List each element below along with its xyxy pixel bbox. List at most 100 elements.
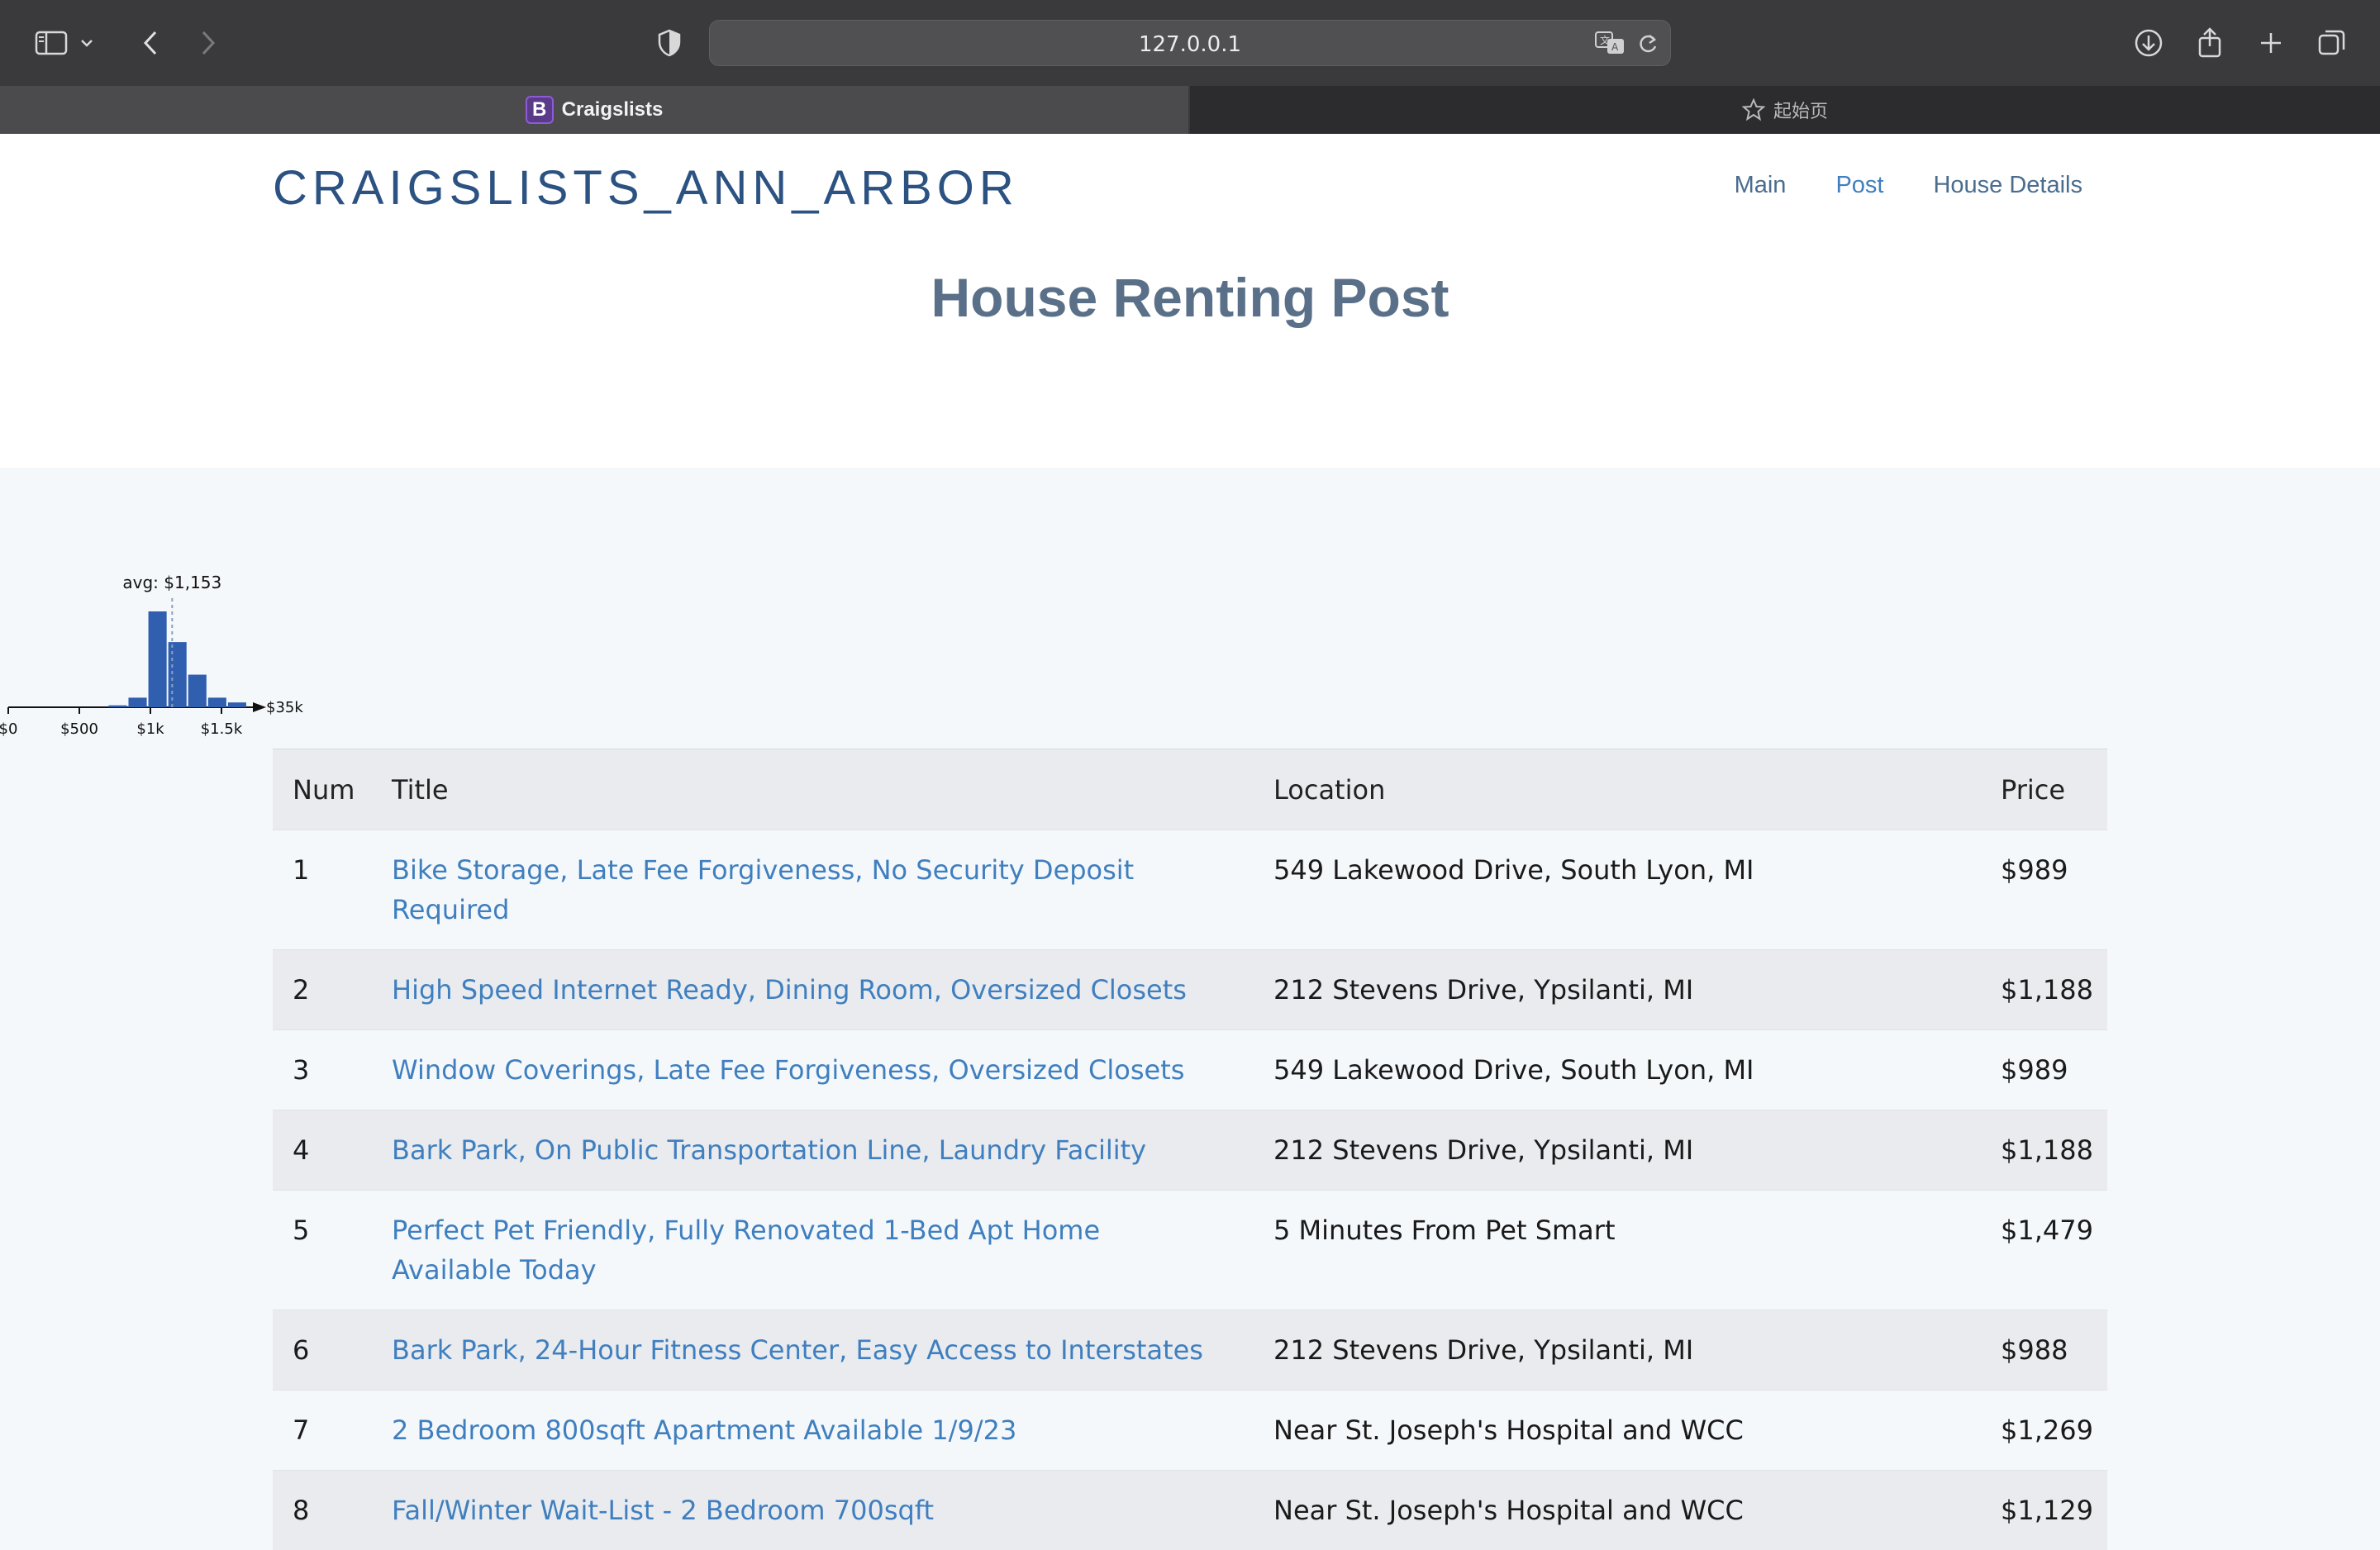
listing-link[interactable]: Window Coverings, Late Fee Forgiveness, … — [392, 1054, 1184, 1086]
row-location-cell: Near St. Joseph's Hospital and WCC — [1254, 1471, 1981, 1550]
row-price: $1,188 — [2001, 1134, 2093, 1166]
histogram-bar — [108, 706, 126, 707]
row-num: 5 — [293, 1215, 309, 1246]
main-nav: Main Post House Details — [1735, 172, 2082, 199]
row-price: $1,129 — [2001, 1495, 2093, 1526]
svg-text:A: A — [1611, 41, 1619, 53]
svg-text:文: 文 — [1600, 34, 1610, 46]
browser-chrome: 127.0.0.1 文A B Craigslists 起始页 — [0, 0, 2380, 134]
row-price-cell: $989 — [1981, 1030, 2107, 1110]
nav-post[interactable]: Post — [1835, 172, 1883, 199]
x-tick-label: $500 — [60, 720, 98, 738]
row-title-cell: Bark Park, On Public Transportation Line… — [372, 1110, 1254, 1191]
new-tab-icon[interactable] — [2249, 21, 2292, 64]
back-icon[interactable] — [129, 21, 172, 64]
row-location-cell: 212 Stevens Drive, Ypsilanti, MI — [1254, 1310, 1981, 1391]
table-row: 1 Bike Storage, Late Fee Forgiveness, No … — [273, 830, 2107, 950]
row-num-cell: 5 — [273, 1191, 372, 1310]
privacy-shield-icon[interactable] — [648, 21, 691, 64]
browser-toolbar: 127.0.0.1 文A — [0, 0, 2380, 86]
row-location: Near St. Joseph's Hospital and WCC — [1273, 1414, 1744, 1446]
nav-main[interactable]: Main — [1735, 172, 1787, 199]
row-title-cell: 2 Bedroom 800sqft Apartment Available 1/… — [372, 1391, 1254, 1471]
tab-bar: B Craigslists 起始页 — [0, 86, 2380, 134]
row-price-cell: $1,479 — [1981, 1191, 2107, 1310]
row-price-cell: $1,269 — [1981, 1391, 2107, 1471]
forward-icon[interactable] — [187, 21, 230, 64]
tab-craigslists[interactable]: B Craigslists — [0, 86, 1188, 134]
row-title-cell: High Speed Internet Ready, Dining Room, … — [372, 950, 1254, 1030]
row-title-cell: Bark Park, 24-Hour Fitness Center, Easy … — [372, 1310, 1254, 1391]
avg-label: avg: $1,153 — [122, 573, 221, 592]
nav-house-details[interactable]: House Details — [1933, 172, 2082, 199]
histogram-bar — [188, 675, 207, 707]
page-title: House Renting Post — [0, 266, 2380, 329]
histogram-bar — [128, 697, 146, 707]
row-location: 212 Stevens Drive, Ypsilanti, MI — [1273, 1134, 1693, 1166]
row-price-cell: $1,188 — [1981, 1110, 2107, 1191]
row-location: 549 Lakewood Drive, South Lyon, MI — [1273, 1054, 1754, 1086]
site-brand[interactable]: CRAIGSLISTS_ANN_ARBOR — [273, 160, 1019, 216]
row-location: 549 Lakewood Drive, South Lyon, MI — [1273, 854, 1754, 886]
table-row: 8Fall/Winter Wait-List - 2 Bedroom 700sq… — [273, 1471, 2107, 1550]
row-price-cell: $1,129 — [1981, 1471, 2107, 1550]
row-num-cell: 1 — [273, 830, 372, 950]
listing-link[interactable]: Bark Park, 24-Hour Fitness Center, Easy … — [392, 1334, 1203, 1366]
row-num: 4 — [293, 1134, 309, 1166]
row-location-cell: 212 Stevens Drive, Ypsilanti, MI — [1254, 950, 1981, 1030]
histogram-bar — [208, 697, 226, 707]
histogram-bar — [228, 702, 246, 707]
row-num-cell: 6 — [273, 1310, 372, 1391]
url-text: 127.0.0.1 — [710, 32, 1670, 57]
sidebar-toggle-icon[interactable] — [30, 21, 73, 64]
listings-table: Num Title Location Price 1 Bike Storage, … — [273, 749, 2107, 1550]
listing-link[interactable]: 2 Bedroom 800sqft Apartment Available 1/… — [392, 1414, 1016, 1446]
row-price-cell: $1,188 — [1981, 950, 2107, 1030]
star-icon — [1742, 98, 1765, 121]
row-price-cell: $988 — [1981, 1310, 2107, 1391]
row-price: $989 — [2001, 1054, 2068, 1086]
x-tick-label: $1.5k — [201, 720, 243, 738]
row-price: $1,269 — [2001, 1414, 2093, 1446]
row-location-cell: 549 Lakewood Drive, South Lyon, MI — [1254, 830, 1981, 950]
row-location-cell: 5 Minutes From Pet Smart — [1254, 1191, 1981, 1310]
chevron-down-icon[interactable] — [74, 21, 99, 64]
row-title-cell: Perfect Pet Friendly, Fully Renovated 1-… — [372, 1191, 1254, 1310]
axis-arrow — [253, 702, 266, 712]
download-icon[interactable] — [2127, 21, 2170, 64]
axis-end-label: $35k — [266, 699, 303, 716]
row-num-cell: 4 — [273, 1110, 372, 1191]
row-price: $1,479 — [2001, 1215, 2093, 1246]
row-num: 7 — [293, 1414, 309, 1446]
row-location: 212 Stevens Drive, Ypsilanti, MI — [1273, 1334, 1693, 1366]
row-location: 212 Stevens Drive, Ypsilanti, MI — [1273, 974, 1693, 1006]
reload-icon[interactable] — [1637, 32, 1659, 59]
listing-link[interactable]: Fall/Winter Wait-List - 2 Bedroom 700sqf… — [392, 1495, 934, 1526]
row-title-cell: Window Coverings, Late Fee Forgiveness, … — [372, 1030, 1254, 1110]
translate-icon[interactable]: 文A — [1594, 29, 1627, 60]
listing-link[interactable]: Perfect Pet Friendly, Fully Renovated 1-… — [392, 1215, 1100, 1286]
row-num-cell: 3 — [273, 1030, 372, 1110]
address-bar[interactable]: 127.0.0.1 文A — [709, 20, 1671, 66]
row-location-cell: Near St. Joseph's Hospital and WCC — [1254, 1391, 1981, 1471]
listing-link[interactable]: High Speed Internet Ready, Dining Room, … — [392, 974, 1187, 1006]
x-tick-label: $0 — [0, 720, 17, 738]
row-price: $989 — [2001, 854, 2068, 886]
header-title: Title — [372, 749, 1254, 830]
x-tick-label: $1k — [136, 720, 164, 738]
table-row: 4 Bark Park, On Public Transportation Lin… — [273, 1110, 2107, 1191]
row-price: $1,188 — [2001, 974, 2093, 1006]
row-price: $988 — [2001, 1334, 2068, 1366]
row-num-cell: 7 — [273, 1391, 372, 1471]
listing-link[interactable]: Bark Park, On Public Transportation Line… — [392, 1134, 1146, 1166]
tab-overview-icon[interactable] — [2311, 21, 2354, 64]
table-header-row: Num Title Location Price — [273, 749, 2107, 830]
row-num: 6 — [293, 1334, 309, 1366]
share-icon[interactable] — [2188, 21, 2231, 64]
listing-link[interactable]: Bike Storage, Late Fee Forgiveness, No S… — [392, 854, 1134, 925]
table-row: 5 Perfect Pet Friendly, Fully Renovated 1… — [273, 1191, 2107, 1310]
row-title-cell: Bike Storage, Late Fee Forgiveness, No S… — [372, 830, 1254, 950]
tab-start-page[interactable]: 起始页 — [1190, 86, 2380, 134]
row-num: 2 — [293, 974, 309, 1006]
row-title-cell: Fall/Winter Wait-List - 2 Bedroom 700sqf… — [372, 1471, 1254, 1550]
